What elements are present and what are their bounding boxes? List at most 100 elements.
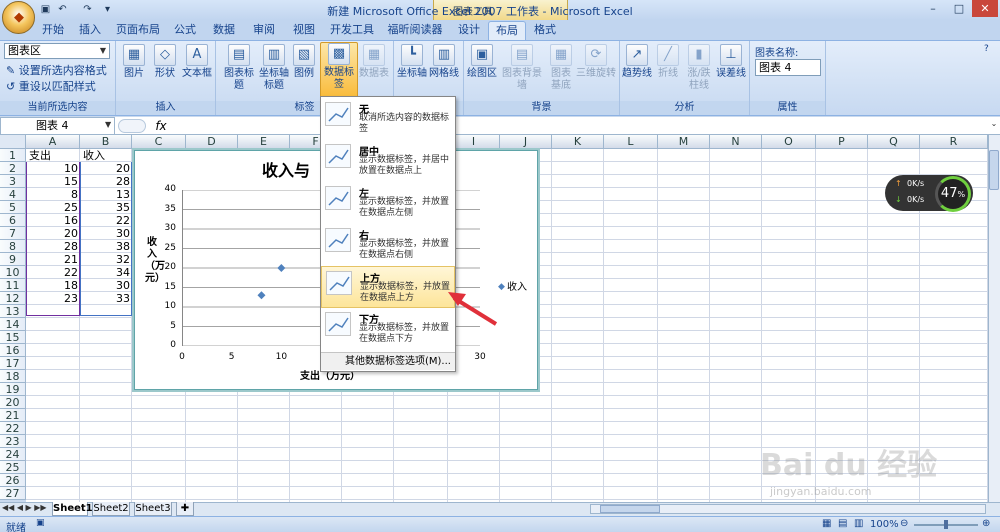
row-header-1[interactable]: 1 <box>0 149 26 162</box>
row-header-18[interactable]: 18 <box>0 370 26 383</box>
chart-wall-button[interactable]: ▤ 图表背景墙 <box>498 44 546 94</box>
vertical-scrollbar[interactable] <box>988 135 1000 502</box>
menu-item-1[interactable]: 居中 显示数据标签，并居中放置在数据点上 <box>321 140 455 182</box>
column-header-M[interactable]: M <box>658 135 710 149</box>
tab-page-layout[interactable]: 页面布局 <box>112 21 164 40</box>
column-header-E[interactable]: E <box>238 135 290 149</box>
more-data-label-options[interactable]: 其他数据标签选项(M)... <box>321 352 455 370</box>
column-header-R[interactable]: R <box>920 135 988 149</box>
vertical-scroll-thumb[interactable] <box>989 150 999 190</box>
shapes-button[interactable]: ◇ 形状 <box>150 44 180 94</box>
name-box[interactable]: 图表 4 <box>0 117 115 135</box>
updown-bars-button[interactable]: ▮ 涨/跌 柱线 <box>682 44 716 94</box>
chart-element-combo[interactable]: 图表区 ▼ <box>4 43 110 59</box>
row-header-27[interactable]: 27 <box>0 487 26 500</box>
redo-icon[interactable]: ↷ <box>80 2 95 17</box>
data-point[interactable] <box>257 291 266 300</box>
row-header-5[interactable]: 5 <box>0 201 26 214</box>
column-header-D[interactable]: D <box>186 135 238 149</box>
tab-view[interactable]: 视图 <box>286 21 322 40</box>
row-header-14[interactable]: 14 <box>0 318 26 331</box>
gridlines-button[interactable]: ▥ 网格线 <box>428 44 460 94</box>
chevron-down-icon[interactable]: ▼ <box>97 44 109 58</box>
column-header-N[interactable]: N <box>710 135 762 149</box>
tab-formulas[interactable]: 公式 <box>168 21 202 40</box>
error-bars-button[interactable]: ⊥ 误差线 <box>716 44 746 94</box>
close-icon[interactable]: ✕ <box>972 0 998 17</box>
axis-titles-button[interactable]: ▥ 坐标轴 标题 <box>258 44 290 94</box>
plot-area-button[interactable]: ▣ 绘图区 <box>466 44 498 94</box>
row-header-11[interactable]: 11 <box>0 279 26 292</box>
sheet-nav-icon[interactable]: ◀◀ ◀ ▶ ▶▶ <box>2 503 47 512</box>
formula-expand-icon[interactable] <box>118 119 146 133</box>
menu-item-0[interactable]: 无取消所选内容的数据标签 <box>321 98 455 140</box>
row-header-26[interactable]: 26 <box>0 474 26 487</box>
picture-button[interactable]: ▦ 图片 <box>120 44 148 94</box>
maximize-icon[interactable]: □ <box>946 0 972 17</box>
menu-item-3[interactable]: 右显示数据标签，并放置在数据点右侧 <box>321 224 455 266</box>
chart-title-button[interactable]: ▤ 图表标题 <box>220 44 258 94</box>
zoom-level[interactable]: 100% <box>870 519 899 530</box>
menu-item-2[interactable]: 左显示数据标签，并放置在数据点左侧 <box>321 182 455 224</box>
horizontal-scroll-thumb[interactable] <box>600 505 660 513</box>
data-table-button[interactable]: ▦ 数据表 <box>358 44 390 94</box>
office-button[interactable]: ◆ <box>2 1 35 34</box>
column-header-Q[interactable]: Q <box>868 135 920 149</box>
help-icon[interactable]: ? <box>984 44 989 54</box>
formula-collapse-icon[interactable]: ⌄ <box>988 119 1000 133</box>
column-header-B[interactable]: B <box>80 135 132 149</box>
legend-button[interactable]: ▧ 图例 <box>290 44 318 94</box>
column-header-L[interactable]: L <box>604 135 658 149</box>
row-header-8[interactable]: 8 <box>0 240 26 253</box>
namebox-dropdown-icon[interactable]: ▼ <box>105 120 111 129</box>
macro-record-icon[interactable]: ▣ <box>36 518 45 528</box>
row-header-24[interactable]: 24 <box>0 448 26 461</box>
row-header-20[interactable]: 20 <box>0 396 26 409</box>
zoom-in-icon[interactable]: ⊕ <box>982 518 990 529</box>
tab-insert[interactable]: 插入 <box>72 21 108 40</box>
row-header-4[interactable]: 4 <box>0 188 26 201</box>
data-labels-button[interactable]: ▩ 数据标签 <box>320 42 358 98</box>
cell-A1[interactable]: 支出 <box>29 149 79 162</box>
row-header-21[interactable]: 21 <box>0 409 26 422</box>
row-header-13[interactable]: 13 <box>0 305 26 318</box>
y-axis-title[interactable]: 收入（万元） <box>145 237 165 285</box>
column-header-P[interactable]: P <box>816 135 868 149</box>
tab-home[interactable]: 开始 <box>36 21 70 40</box>
row-header-2[interactable]: 2 <box>0 162 26 175</box>
sheet-tab-1[interactable]: Sheet1 <box>52 502 93 516</box>
row-header-7[interactable]: 7 <box>0 227 26 240</box>
row-header-23[interactable]: 23 <box>0 435 26 448</box>
chart-title[interactable]: 收入与 <box>262 157 310 181</box>
chart-floor-button[interactable]: ▦ 图表 基底 <box>546 44 576 94</box>
axes-button[interactable]: ┗ 坐标轴 <box>396 44 428 94</box>
tab-design[interactable]: 设计 <box>452 21 486 40</box>
tab-developer[interactable]: 开发工具 <box>326 21 378 40</box>
sheet-tab-2[interactable]: Sheet2 <box>92 502 130 516</box>
tab-review[interactable]: 审阅 <box>246 21 282 40</box>
select-all-corner[interactable] <box>0 135 26 149</box>
insert-function-button[interactable]: fx <box>148 117 174 135</box>
3d-rotation-button[interactable]: ⟳ 三维旋转 <box>576 44 616 94</box>
row-header-6[interactable]: 6 <box>0 214 26 227</box>
page-layout-view-icon[interactable]: ▤ <box>838 518 847 529</box>
row-header-12[interactable]: 12 <box>0 292 26 305</box>
sheet-tab-3[interactable]: Sheet3 <box>134 502 172 516</box>
row-header-3[interactable]: 3 <box>0 175 26 188</box>
page-break-view-icon[interactable]: ▥ <box>854 518 863 529</box>
trendline-button[interactable]: ↗ 趋势线 <box>622 44 652 94</box>
minimize-icon[interactable]: – <box>920 0 946 17</box>
tab-layout[interactable]: 布局 <box>488 21 526 40</box>
row-header-10[interactable]: 10 <box>0 266 26 279</box>
qat-customize-icon[interactable]: ▾ <box>100 2 115 17</box>
row-header-9[interactable]: 9 <box>0 253 26 266</box>
zoom-slider-thumb[interactable] <box>944 520 948 529</box>
lines-button[interactable]: ╱ 折线 <box>654 44 682 94</box>
row-header-16[interactable]: 16 <box>0 344 26 357</box>
cell-B1[interactable]: 收入 <box>83 149 131 162</box>
chart-name-input[interactable]: 图表 4 <box>755 59 821 76</box>
textbox-button[interactable]: A 文本框 <box>182 44 212 94</box>
normal-view-icon[interactable]: ▦ <box>822 518 831 529</box>
tab-data[interactable]: 数据 <box>206 21 242 40</box>
column-header-C[interactable]: C <box>132 135 186 149</box>
